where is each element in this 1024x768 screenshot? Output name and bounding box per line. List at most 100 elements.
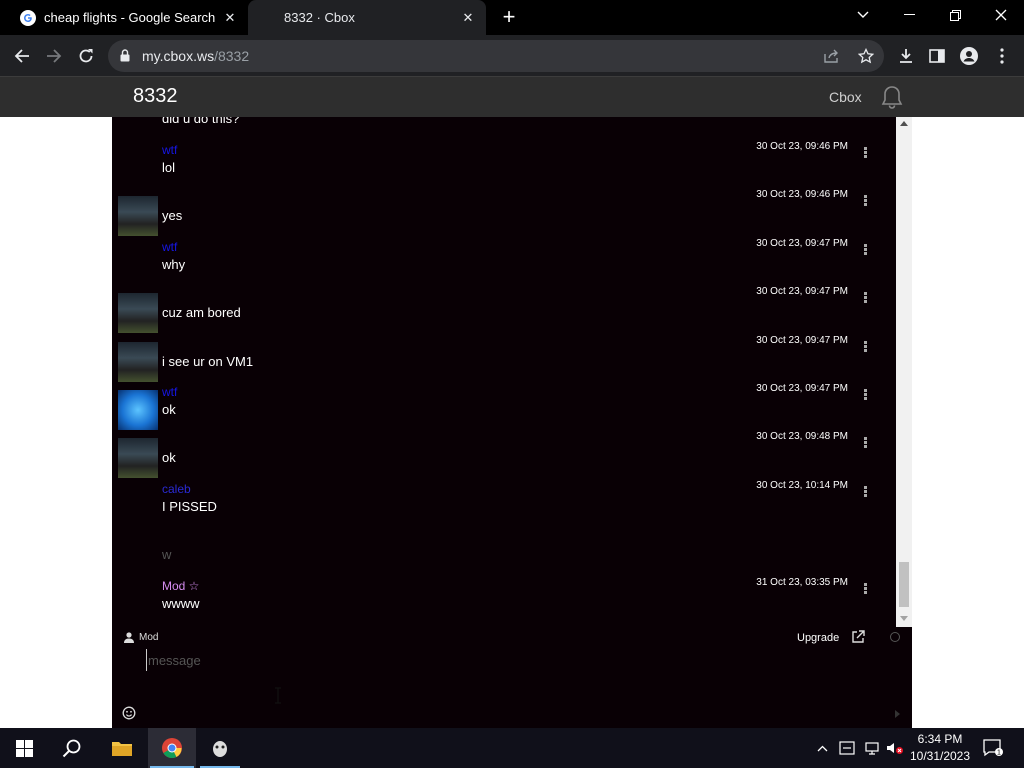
share-icon[interactable] [821, 46, 843, 66]
avatar[interactable] [118, 341, 158, 382]
message-text: lol [162, 160, 176, 175]
message-text: w [162, 547, 172, 563]
address-bar[interactable]: my.cbox.ws/8332 [108, 40, 884, 72]
chat-message[interactable]: cuz am bored 30 Oct 23, 09:47 PM [112, 286, 896, 335]
browser-tab-strip: cheap flights - Google Search ✕ 8332 · C… [0, 0, 1024, 35]
message-author[interactable]: wtf [162, 143, 177, 157]
avatar[interactable] [118, 438, 158, 479]
close-window-button[interactable] [978, 0, 1024, 30]
minimize-button[interactable] [886, 0, 932, 30]
message-author[interactable]: wtf [162, 240, 177, 254]
taskbar-clock[interactable]: 6:34 PM 10/31/2023 [905, 731, 975, 765]
start-button[interactable] [0, 728, 48, 768]
connection-status-icon [890, 632, 900, 642]
scroll-down-arrow-icon[interactable] [900, 616, 908, 621]
user-icon [124, 632, 134, 643]
tab-search-chevron-icon[interactable] [840, 0, 886, 30]
message-text: why [162, 256, 186, 272]
chat-message[interactable]: wtf why 30 Oct 23, 09:47 PM [112, 237, 896, 287]
notification-count: 1 [997, 750, 1001, 757]
message-timestamp: 30 Oct 23, 09:46 PM [756, 141, 848, 152]
smiley-icon[interactable] [122, 706, 136, 720]
message-menu-icon[interactable] [862, 147, 868, 159]
scrollbar-thumb[interactable] [899, 562, 909, 607]
close-tab-icon[interactable]: ✕ [458, 8, 478, 28]
message-author[interactable]: caleb [162, 482, 191, 496]
composer-header: Mod Upgrade [112, 627, 912, 649]
restore-button[interactable] [932, 0, 978, 30]
message-author[interactable]: wtf [162, 385, 177, 399]
message-menu-icon[interactable] [862, 389, 868, 401]
chat-message[interactable]: caleb I PISSED 30 Oct 23, 10:14 PM [112, 480, 896, 529]
upgrade-link[interactable]: Upgrade [797, 632, 839, 644]
message-menu-icon[interactable] [862, 437, 868, 449]
message-input[interactable] [146, 649, 886, 671]
message-menu-icon[interactable] [862, 582, 868, 595]
send-arrow-icon[interactable] [895, 710, 900, 718]
clock-time: 6:34 PM [917, 732, 963, 746]
reload-icon [79, 49, 93, 63]
reload-button[interactable] [71, 41, 101, 71]
current-user[interactable]: Mod [124, 632, 158, 643]
tray-app-icon[interactable] [837, 738, 857, 758]
network-icon[interactable] [862, 738, 882, 758]
clock-date: 10/31/2023 [909, 749, 971, 763]
chat-message[interactable]: Mod ☆ wwww 31 Oct 23, 03:35 PM [112, 577, 896, 626]
scroll-up-arrow-icon[interactable] [900, 121, 908, 126]
bookmark-star-icon[interactable] [855, 46, 877, 66]
tab-title: 8332 · Cbox [284, 10, 355, 25]
external-link-icon[interactable] [851, 630, 865, 644]
url-text: my.cbox.ws/8332 [142, 48, 250, 64]
volume-muted-icon[interactable] [884, 738, 906, 758]
chat-message[interactable]: w [112, 531, 896, 577]
google-icon [20, 9, 36, 26]
message-timestamp: 30 Oct 23, 09:47 PM [756, 383, 848, 394]
browser-toolbar: my.cbox.ws/8332 [0, 35, 1024, 77]
downloads-icon[interactable] [891, 41, 921, 71]
message-list[interactable]: did u do this? wtf lol 30 Oct 23, 09:46 PM… [112, 117, 896, 627]
back-arrow-icon [14, 49, 29, 63]
chat-message[interactable]: ok 30 Oct 23, 09:48 PM [112, 431, 896, 480]
back-button[interactable] [7, 41, 37, 71]
message-text: I PISSED [162, 498, 217, 514]
message-timestamp: 30 Oct 23, 09:47 PM [756, 334, 848, 346]
avatar[interactable] [118, 390, 158, 430]
message-menu-icon[interactable] [862, 195, 868, 207]
cbox-brand-link[interactable]: Cbox [829, 89, 862, 105]
message-author[interactable]: Mod ☆ [162, 579, 199, 593]
search-icon[interactable] [48, 728, 96, 768]
side-panel-icon[interactable] [922, 41, 952, 71]
forward-button[interactable] [39, 41, 69, 71]
tab-title: cheap flights - Google Search [44, 10, 216, 25]
show-hidden-icons-chevron-icon[interactable] [814, 738, 830, 758]
notifications-icon[interactable]: 1 [980, 738, 1006, 758]
forward-arrow-icon [47, 49, 62, 63]
chrome-taskbar-icon[interactable] [148, 728, 196, 768]
text-cursor-icon [274, 687, 282, 704]
app-taskbar-icon[interactable] [198, 728, 242, 768]
chat-message[interactable]: wtf ok 30 Oct 23, 09:47 PM [112, 383, 896, 432]
avatar[interactable] [118, 196, 158, 237]
chat-message[interactable]: yes 30 Oct 23, 09:46 PM [112, 189, 896, 238]
tab-google-search[interactable]: cheap flights - Google Search ✕ [8, 0, 248, 35]
browser-menu-icon[interactable] [987, 41, 1017, 71]
chat-message[interactable]: wtf lol 30 Oct 23, 09:46 PM [112, 141, 896, 190]
bell-icon[interactable] [879, 84, 905, 110]
cbox-header: 8332 Cbox [0, 77, 1024, 117]
chat-scrollbar[interactable] [896, 117, 912, 627]
partial-message-text: did u do this? [162, 117, 240, 126]
tab-cbox[interactable]: 8332 · Cbox ✕ [248, 0, 486, 35]
message-timestamp: 30 Oct 23, 09:47 PM [756, 237, 848, 249]
avatar[interactable] [118, 293, 158, 334]
lock-icon [120, 49, 130, 67]
new-tab-button[interactable]: + [496, 6, 522, 30]
close-tab-icon[interactable]: ✕ [220, 8, 240, 28]
message-menu-icon[interactable] [862, 243, 868, 256]
message-menu-icon[interactable] [862, 485, 868, 498]
chat-message[interactable]: i see ur on VM1 30 Oct 23, 09:47 PM [112, 334, 896, 384]
file-explorer-icon[interactable] [98, 728, 146, 768]
message-menu-icon[interactable] [862, 292, 868, 304]
message-text: ok [162, 450, 176, 466]
message-menu-icon[interactable] [862, 340, 868, 353]
profile-avatar-icon[interactable] [954, 41, 984, 71]
